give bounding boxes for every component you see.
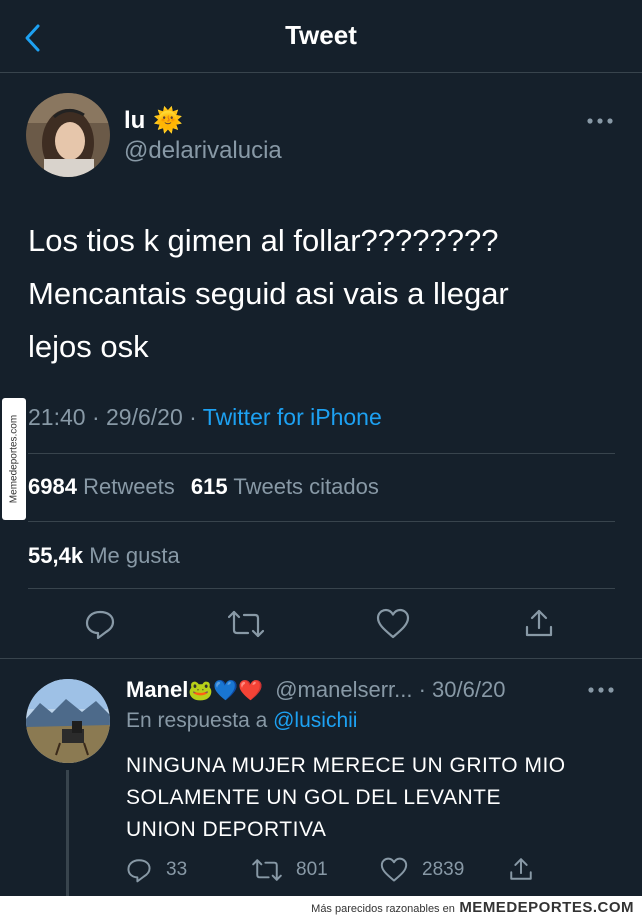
quotes-stat[interactable]: 615 Tweets citados [191, 474, 379, 499]
heart-icon [380, 857, 408, 882]
more-options-button[interactable] [586, 114, 614, 128]
in-reply-to: En respuesta a @lusichii [126, 709, 357, 733]
divider [28, 453, 615, 454]
bottom-watermark-small: Más parecidos razonables en [311, 903, 455, 915]
tweet-text-line: Los tios k gimen al follar???????? [28, 223, 499, 258]
divider [28, 588, 615, 589]
reply-text-line: UNION DEPORTIVA [126, 818, 327, 841]
quotes-label: Tweets citados [233, 474, 379, 499]
likes-stat[interactable]: 55,4k Me gusta [28, 543, 180, 569]
bottom-watermark-brand: MEMEDEPORTES.COM [459, 899, 634, 916]
retweets-stat[interactable]: 6984 Retweets [28, 474, 181, 499]
side-watermark: Memedeportes.com [2, 398, 26, 520]
retweets-label: Retweets [83, 474, 175, 499]
heart-icon [376, 608, 410, 639]
in-reply-prefix: En respuesta a [126, 709, 268, 732]
share-button[interactable] [523, 607, 555, 639]
bottom-watermark: Más parecidos razonables en MEMEDEPORTES… [0, 896, 642, 920]
side-watermark-text: Memedeportes.com [8, 414, 20, 504]
tweet-text: Los tios k gimen al follar???????? Menca… [28, 214, 608, 373]
author-name[interactable]: lu [124, 107, 145, 135]
reply-share-button[interactable] [508, 856, 534, 882]
like-count: 2839 [422, 859, 465, 880]
likes-label: Me gusta [89, 543, 180, 568]
reply-text-line: SOLAMENTE UN GOL DEL LEVANTE [126, 786, 501, 809]
divider [0, 658, 642, 659]
reply-header: Manel🐸💙❤️ @manelserr... · 30/6/20 [126, 677, 505, 703]
reply-reply-button[interactable]: 33 [126, 857, 187, 883]
tweet-time: 21:40 [28, 404, 86, 430]
retweet-icon [228, 610, 264, 638]
tweet-text-line: lejos osk [28, 329, 149, 364]
page-title: Tweet [285, 20, 357, 50]
reply-button[interactable] [84, 608, 116, 640]
reply-like-button[interactable]: 2839 [380, 857, 464, 883]
likes-count: 55,4k [28, 543, 84, 568]
share-icon [510, 858, 532, 880]
reply-author-name[interactable]: Manel [126, 677, 188, 702]
header-divider [0, 72, 642, 73]
reply-author-emojis: 🐸💙❤️ [188, 680, 264, 702]
tweet-meta: 21:40 · 29/6/20 · Twitter for iPhone [28, 404, 382, 430]
reply-retweet-button[interactable]: 801 [252, 857, 328, 883]
more-icon [588, 687, 614, 693]
share-icon [525, 609, 553, 637]
stats-row: 6984 Retweets 615 Tweets citados [28, 474, 379, 500]
reply-text: NINGUNA MUJER MERECE UN GRITO MIO SOLAME… [126, 750, 626, 846]
reply-author-handle[interactable]: @manelserr... [275, 677, 412, 702]
quotes-count: 615 [190, 474, 228, 499]
thread-line [66, 770, 69, 896]
sun-emoji-icon: 🌞 [153, 107, 184, 134]
tweet-text-line: Mencantais seguid asi vais a llegar [28, 276, 509, 311]
in-reply-handle[interactable]: @lusichii [273, 709, 357, 732]
reply-text-line: NINGUNA MUJER MERECE UN GRITO MIO [126, 754, 566, 777]
retweet-icon [252, 859, 282, 881]
reply-icon [85, 610, 115, 640]
more-icon [587, 118, 613, 124]
reply-more-button[interactable] [587, 683, 615, 697]
retweets-count: 6984 [28, 474, 77, 499]
reply-icon [127, 859, 151, 883]
divider [28, 521, 615, 522]
tweet-source-link[interactable]: Twitter for iPhone [203, 404, 382, 430]
reply-count: 33 [166, 859, 188, 880]
like-button[interactable] [376, 608, 410, 640]
avatar[interactable] [26, 93, 110, 177]
author-handle[interactable]: @delarivalucia [124, 137, 282, 165]
reply-avatar[interactable] [26, 679, 110, 763]
retweet-count: 801 [296, 859, 328, 880]
tweet-date: 29/6/20 [106, 404, 183, 430]
retweet-button[interactable] [228, 608, 264, 640]
reply-date: · 30/6/20 [418, 677, 506, 702]
